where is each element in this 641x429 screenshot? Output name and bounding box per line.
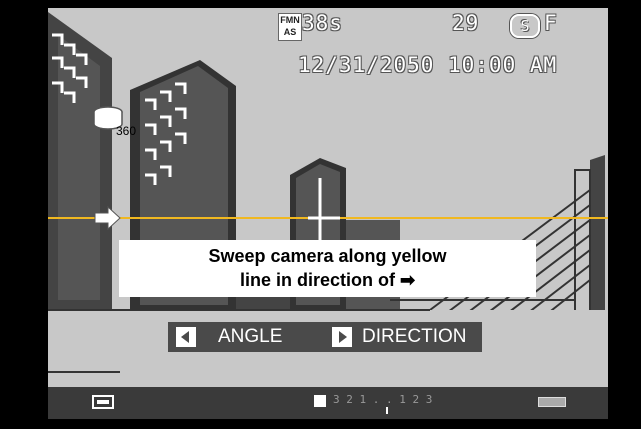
instruction-line-2: line in direction of ➡ — [239, 270, 416, 290]
rotation-label: 360 — [116, 124, 137, 138]
instruction-line-1: Sweep camera along yellow — [208, 246, 447, 266]
right-key-icon — [332, 327, 352, 347]
film-simulation-icon: FMN AS — [278, 13, 302, 41]
time-display: 10:00 AM — [448, 53, 558, 77]
direction-label: DIRECTION — [362, 326, 467, 347]
left-key-icon — [176, 327, 196, 347]
image-quality-icon: S — [510, 14, 540, 38]
exposure-comp-icon — [314, 395, 326, 407]
right-frame — [608, 0, 641, 429]
panorama-frame-icon — [92, 395, 114, 409]
exposure-indicator — [386, 407, 388, 414]
battery-icon — [538, 397, 566, 407]
image-size-label: F — [544, 11, 558, 35]
angle-label: ANGLE — [218, 326, 283, 347]
sweep-instruction: Sweep camera along yellow line in direct… — [119, 240, 536, 297]
remaining-time: 38s — [302, 11, 343, 35]
camera-lcd-screen: 360 FMN AS 38s 29 S F 12/31/2050 10:00 A… — [0, 0, 641, 429]
exposure-scale: 3 2 1 . . 1 2 3 — [333, 393, 433, 406]
left-frame — [0, 0, 48, 429]
frames-remaining: 29 — [452, 11, 480, 35]
date-display: 12/31/2050 — [298, 53, 435, 77]
button-hint-bar: ANGLE DIRECTION — [168, 322, 482, 352]
status-bar: 3 2 1 . . 1 2 3 — [48, 387, 608, 419]
angle-button[interactable]: ANGLE — [176, 322, 282, 352]
direction-button[interactable]: DIRECTION — [332, 322, 467, 352]
